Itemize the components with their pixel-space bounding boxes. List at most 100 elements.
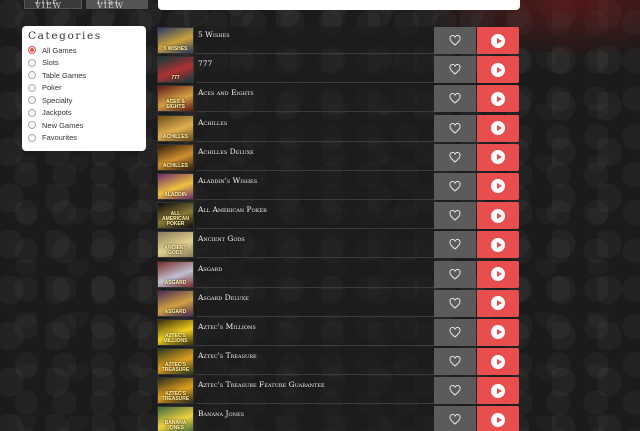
category-option-favourites[interactable]: Favourites [28, 132, 140, 145]
tile-view-tab[interactable]: Tile View [24, 0, 82, 9]
play-button[interactable] [477, 172, 519, 200]
game-row-body[interactable]: Asgard [196, 259, 434, 288]
play-button[interactable] [477, 114, 519, 142]
game-row-body[interactable]: Asgard Deluxe [196, 288, 434, 317]
game-row: 777 777 [157, 55, 521, 84]
category-radio[interactable] [28, 121, 36, 130]
game-thumbnail[interactable]: BANANA JONES [157, 406, 194, 431]
play-button[interactable] [477, 260, 519, 288]
category-radio[interactable] [28, 83, 36, 92]
game-thumbnail[interactable]: ACES & EIGHTS [157, 85, 194, 113]
category-label: New Games [42, 120, 84, 130]
heart-icon [449, 294, 461, 313]
search-input[interactable] [158, 0, 520, 10]
game-thumbnail[interactable]: AZTEC'S TREASURE [157, 348, 194, 376]
play-button[interactable] [477, 27, 519, 54]
game-row-body[interactable]: Aladdin's Wishes [196, 171, 434, 200]
game-row: AZTEC'S TREASURE Aztec's Treasure [157, 347, 521, 376]
category-radio[interactable] [28, 71, 36, 80]
category-radio[interactable] [28, 46, 36, 55]
category-radio[interactable] [28, 133, 36, 142]
game-thumbnail[interactable]: AZTEC'S TREASURE [157, 377, 194, 405]
favourite-button[interactable] [434, 202, 476, 230]
game-row-body[interactable]: All American Poker [196, 201, 434, 230]
play-button[interactable] [477, 85, 519, 113]
game-thumbnail[interactable]: ALL AMERICAN POKER [157, 202, 194, 230]
favourite-button[interactable] [434, 348, 476, 376]
game-thumbnail[interactable]: ANCIENT GODS [157, 231, 194, 259]
thumbnail-logo-text: ACHILLES [163, 162, 188, 169]
favourite-button[interactable] [434, 143, 476, 171]
favourite-button[interactable] [434, 231, 476, 259]
play-icon [491, 121, 505, 136]
play-button[interactable] [477, 377, 519, 405]
game-row-body[interactable]: Aztec's Treasure Feature Guarantee [196, 376, 434, 405]
list-view-tab[interactable]: List View [86, 0, 148, 9]
play-button[interactable] [477, 143, 519, 171]
category-label: Table Games [42, 70, 87, 80]
view-toggle: Tile View List View [24, 0, 148, 9]
favourite-button[interactable] [434, 172, 476, 200]
game-row-body[interactable]: 777 [196, 55, 434, 84]
category-radio[interactable] [28, 96, 36, 105]
game-thumbnail[interactable]: ALADDIN [157, 172, 194, 200]
game-thumbnail[interactable]: 777 [157, 56, 194, 84]
category-option-slots[interactable]: Slots [28, 57, 140, 70]
categories-panel: Categories All Games Slots Table Games Poke… [22, 26, 146, 151]
category-option-all-games[interactable]: All Games [28, 44, 140, 57]
category-option-poker[interactable]: Poker [28, 82, 140, 95]
category-option-new-games[interactable]: New Games [28, 119, 140, 132]
game-thumbnail[interactable]: ACHILLES [157, 114, 194, 142]
category-option-specialty[interactable]: Specialty [28, 94, 140, 107]
play-button[interactable] [477, 231, 519, 259]
play-button[interactable] [477, 56, 519, 84]
game-title: Achilles [198, 117, 228, 127]
game-thumbnail[interactable]: ACHILLES [157, 143, 194, 171]
thumbnail-logo-text: 5 WISHES [163, 46, 188, 52]
favourite-button[interactable] [434, 260, 476, 288]
game-row-body[interactable]: Ancient Gods [196, 230, 434, 259]
game-row-body[interactable]: Achilles Deluxe [196, 142, 434, 171]
game-row-body[interactable]: Banana Jones [196, 405, 434, 431]
thumbnail-logo-text: ASGARD [164, 308, 187, 315]
game-thumbnail[interactable]: ASGARD [157, 289, 194, 317]
game-row-body[interactable]: Aces and Eights [196, 84, 434, 113]
thumbnail-logo-text: ALADDIN [164, 191, 187, 198]
play-button[interactable] [477, 348, 519, 376]
favourite-button[interactable] [434, 318, 476, 346]
play-button[interactable] [477, 202, 519, 230]
favourite-button[interactable] [434, 377, 476, 405]
favourite-button[interactable] [434, 114, 476, 142]
category-option-jackpots[interactable]: Jackpots [28, 107, 140, 120]
favourite-button[interactable] [434, 27, 476, 54]
game-row: ANCIENT GODS Ancient Gods [157, 230, 521, 259]
game-thumbnail[interactable]: ASGARD [157, 260, 194, 288]
category-label: All Games [42, 45, 77, 55]
favourite-button[interactable] [434, 406, 476, 431]
play-button[interactable] [477, 406, 519, 431]
game-row: ASGARD Asgard Deluxe [157, 288, 521, 318]
game-row-body[interactable]: Aztec's Millions [196, 317, 434, 346]
play-icon [491, 383, 505, 398]
category-radio[interactable] [28, 58, 36, 67]
favourite-button[interactable] [434, 85, 476, 113]
game-thumbnail[interactable]: AZTEC'S MILLIONS [157, 318, 194, 346]
category-radio[interactable] [28, 108, 36, 117]
category-label: Specialty [42, 95, 73, 105]
heart-icon [449, 410, 461, 429]
favourite-button[interactable] [434, 289, 476, 317]
game-title: Banana Jones [198, 409, 245, 419]
game-row-body[interactable]: 5 Wishes [196, 26, 434, 54]
game-row: ASGARD Asgard [157, 259, 521, 289]
game-row-body[interactable]: Aztec's Treasure [196, 347, 434, 376]
category-option-table-games[interactable]: Table Games [28, 69, 140, 82]
game-title: Asgard Deluxe [198, 292, 249, 302]
game-row-body[interactable]: Achilles [196, 113, 434, 142]
game-title: All American Poker [198, 205, 267, 215]
play-button[interactable] [477, 289, 519, 317]
heart-icon [449, 89, 461, 108]
game-thumbnail[interactable]: 5 WISHES [157, 27, 194, 54]
play-button[interactable] [477, 318, 519, 346]
favourite-button[interactable] [434, 56, 476, 84]
thumbnail-logo-text: ASGARD [164, 279, 187, 286]
